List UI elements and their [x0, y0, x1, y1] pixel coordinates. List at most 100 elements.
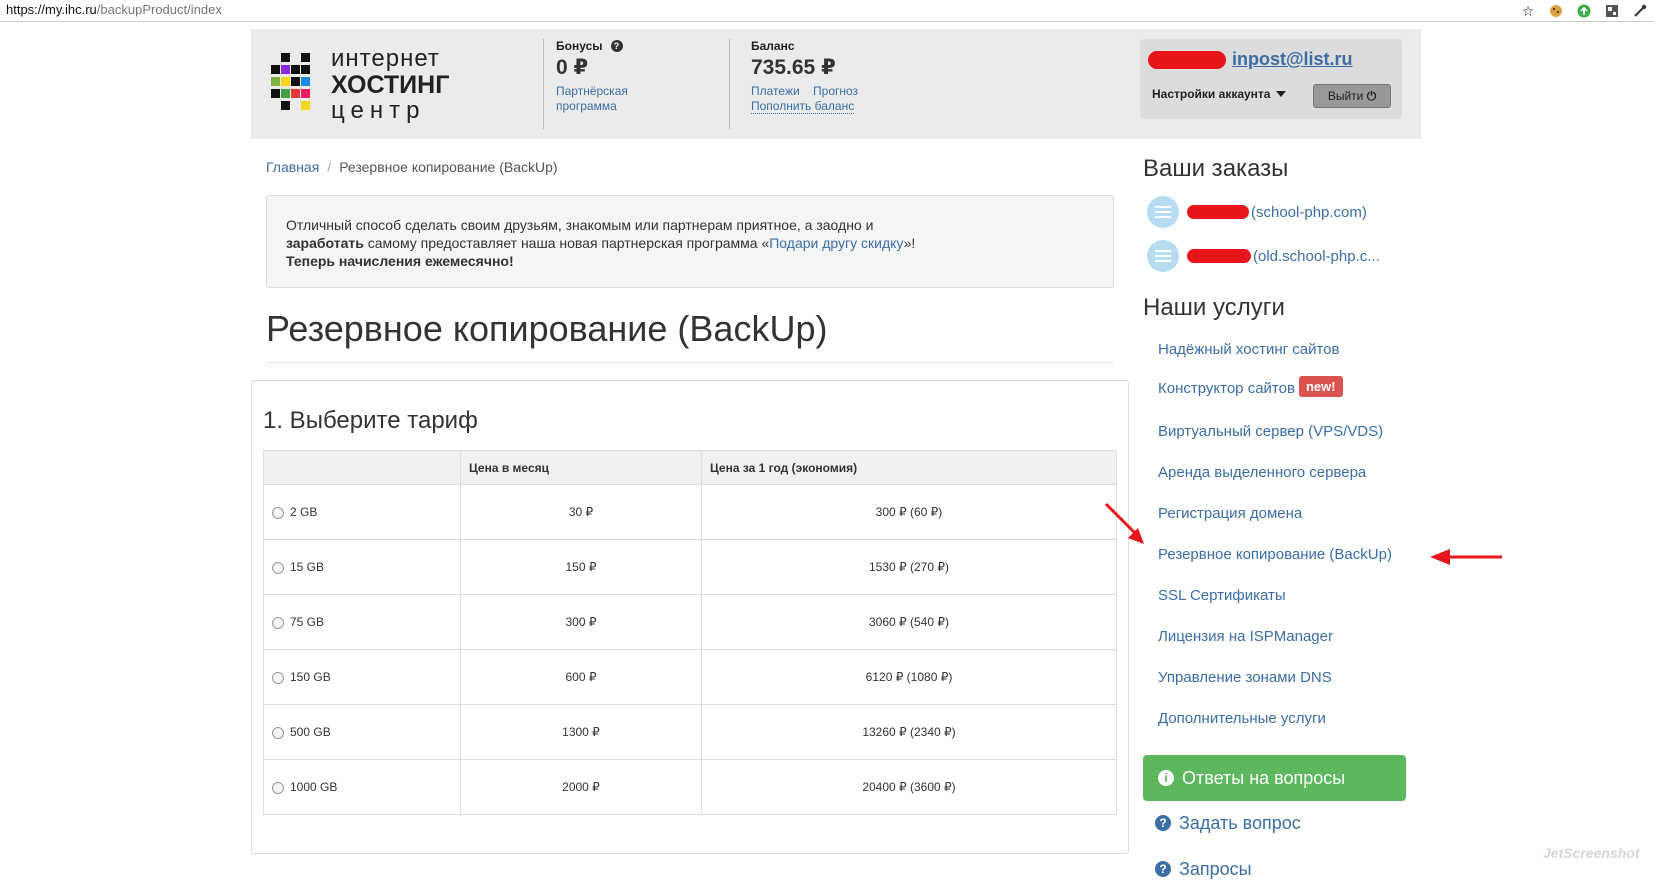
url-host: https://my.ihc.ru [6, 2, 97, 17]
redacted-name [1148, 51, 1226, 69]
ask-question-link[interactable]: ? Задать вопрос [1155, 813, 1301, 834]
tariff-monthly: 30 ₽ [460, 484, 702, 540]
account-email[interactable]: inpost@list.ru [1232, 49, 1353, 70]
redacted-order-name [1187, 205, 1249, 219]
tariff-row[interactable]: 500 GB 1300 ₽ 13260 ₽ (2340 ₽) [263, 704, 1117, 760]
extension-icon[interactable] [1604, 3, 1620, 19]
tariff-radio[interactable] [272, 562, 284, 574]
promo-bold-2: Теперь начисления ежемесячно! [286, 253, 514, 269]
tariff-radio[interactable] [272, 727, 284, 739]
service-link-domain[interactable]: Регистрация домена [1158, 505, 1302, 522]
requests-link[interactable]: ? Запросы [1155, 859, 1252, 880]
site-header: интернет ХОСТИНГ центр Бонусы? 0 ₽ Партн… [251, 29, 1421, 139]
tariff-yearly: 1530 ₽ (270 ₽) [701, 539, 1117, 595]
forecast-link[interactable]: Прогноз [813, 84, 858, 98]
tariff-panel: 1. Выберите тариф Цена в месяц Цена за 1… [251, 380, 1129, 854]
tariff-size: 2 GB [290, 505, 318, 519]
question-icon: ? [1155, 815, 1171, 831]
promo-text-3: »! [903, 235, 916, 251]
tariff-row[interactable]: 75 GB 300 ₽ 3060 ₽ (540 ₽) [263, 594, 1117, 650]
help-icon[interactable]: ? [610, 40, 623, 52]
logo-line-1: интернет [331, 45, 440, 72]
tariff-size: 15 GB [290, 560, 325, 574]
tariff-yearly: 300 ₽ (60 ₽) [701, 484, 1117, 540]
column-header [263, 450, 461, 485]
tariff-row[interactable]: 2 GB 30 ₽ 300 ₽ (60 ₽) [263, 484, 1117, 540]
order-domain: (school-php.com) [1251, 203, 1367, 221]
logo-line-2: ХОСТИНГ [331, 71, 450, 99]
promo-gift-link[interactable]: Подари другу скидку [769, 235, 903, 251]
service-link-backup[interactable]: Резервное копирование (BackUp) [1158, 546, 1392, 563]
order-item[interactable]: (school-php.com) [1147, 196, 1367, 228]
tool-icon[interactable] [1632, 3, 1648, 19]
header-divider [729, 39, 730, 129]
server-icon [1147, 240, 1179, 272]
url-path: /backupProduct/index [96, 2, 222, 17]
logout-button[interactable]: Выйти ⏻ [1313, 84, 1391, 108]
promo-alert: Отличный способ сделать своим друзьям, з… [266, 195, 1114, 288]
tariff-row[interactable]: 1000 GB 2000 ₽ 20400 ₽ (3600 ₽) [263, 759, 1117, 815]
service-link-builder[interactable]: Конструктор сайтов [1158, 380, 1295, 397]
tariff-radio[interactable] [272, 507, 284, 519]
power-icon: ⏻ [1366, 89, 1377, 103]
account-settings-dropdown[interactable]: Настройки аккаунта [1152, 87, 1287, 101]
account-box: inpost@list.ru Настройки аккаунта Выйти … [1140, 39, 1402, 119]
breadcrumb-separator: / [327, 159, 332, 175]
update-icon[interactable] [1576, 3, 1592, 19]
tariff-size: 150 GB [290, 670, 331, 684]
service-item-builder: Конструктор сайтов new! [1158, 376, 1343, 397]
redacted-order-name [1187, 249, 1251, 263]
watermark: JetScreenshot [1543, 845, 1640, 861]
service-link-ispmanager[interactable]: Лицензия на ISPManager [1158, 628, 1333, 645]
breadcrumb: Главная / Резервное копирование (BackUp) [266, 159, 558, 175]
tariff-monthly: 600 ₽ [460, 649, 702, 705]
logo-text[interactable]: интернет ХОСТИНГ центр [331, 46, 449, 124]
tariff-size: 75 GB [290, 615, 325, 629]
info-icon: i [1158, 770, 1174, 786]
balance-block: Баланс 735.65 ₽ Платежи Прогноз Пополнит… [751, 39, 858, 114]
breadcrumb-current: Резервное копирование (BackUp) [339, 159, 558, 175]
promo-bold-1: заработать [286, 235, 364, 251]
tariff-monthly: 300 ₽ [460, 594, 702, 650]
new-badge: new! [1298, 376, 1343, 397]
tariff-monthly: 150 ₽ [460, 539, 702, 595]
star-icon[interactable]: ☆ [1520, 3, 1536, 19]
tariff-monthly: 1300 ₽ [460, 704, 702, 760]
logo-line-3: центр [331, 97, 426, 124]
services-title: Наши услуги [1143, 294, 1285, 321]
tariff-row[interactable]: 15 GB 150 ₽ 1530 ₽ (270 ₽) [263, 539, 1117, 595]
tariff-monthly: 2000 ₽ [460, 759, 702, 815]
order-item[interactable]: (old.school-php.c... [1147, 240, 1380, 272]
service-link-extra[interactable]: Дополнительные услуги [1158, 710, 1326, 727]
tariff-radio[interactable] [272, 672, 284, 684]
tariff-row[interactable]: 150 GB 600 ₽ 6120 ₽ (1080 ₽) [263, 649, 1117, 705]
service-link-dns[interactable]: Управление зонами DNS [1158, 669, 1332, 686]
service-link-vps[interactable]: Виртуальный сервер (VPS/VDS) [1158, 423, 1383, 440]
partner-program-link[interactable]: Партнёрская программа [556, 84, 628, 113]
column-header: Цена за 1 год (экономия) [701, 450, 1117, 485]
cookie-icon[interactable] [1548, 3, 1564, 19]
tariff-radio[interactable] [272, 782, 284, 794]
server-icon [1147, 196, 1179, 228]
service-link-dedicated[interactable]: Аренда выделенного сервера [1158, 464, 1366, 481]
tariff-radio[interactable] [272, 617, 284, 629]
tariff-heading: 1. Выберите тариф [263, 407, 478, 434]
breadcrumb-home[interactable]: Главная [266, 159, 319, 175]
service-link-hosting[interactable]: Надёжный хостинг сайтов [1158, 341, 1340, 358]
tariff-yearly: 6120 ₽ (1080 ₽) [701, 649, 1117, 705]
bonus-label: Бонусы [556, 39, 603, 53]
orders-title: Ваши заказы [1143, 155, 1289, 182]
faq-button[interactable]: i Ответы на вопросы [1143, 755, 1406, 801]
order-domain: (old.school-php.c... [1253, 247, 1380, 265]
service-link-ssl[interactable]: SSL Сертификаты [1158, 587, 1286, 604]
topup-link[interactable]: Пополнить баланс [751, 99, 855, 114]
logo-mark[interactable] [271, 53, 319, 113]
bonus-value: 0 ₽ [556, 56, 589, 79]
payments-link[interactable]: Платежи [751, 84, 800, 98]
balance-label: Баланс [751, 39, 795, 53]
browser-address-bar[interactable]: https://my.ihc.ru/backupProduct/index ☆ [0, 0, 1654, 22]
header-divider [543, 39, 544, 129]
title-divider [266, 362, 1114, 363]
tariff-yearly: 13260 ₽ (2340 ₽) [701, 704, 1117, 760]
tariff-size: 500 GB [290, 725, 331, 739]
